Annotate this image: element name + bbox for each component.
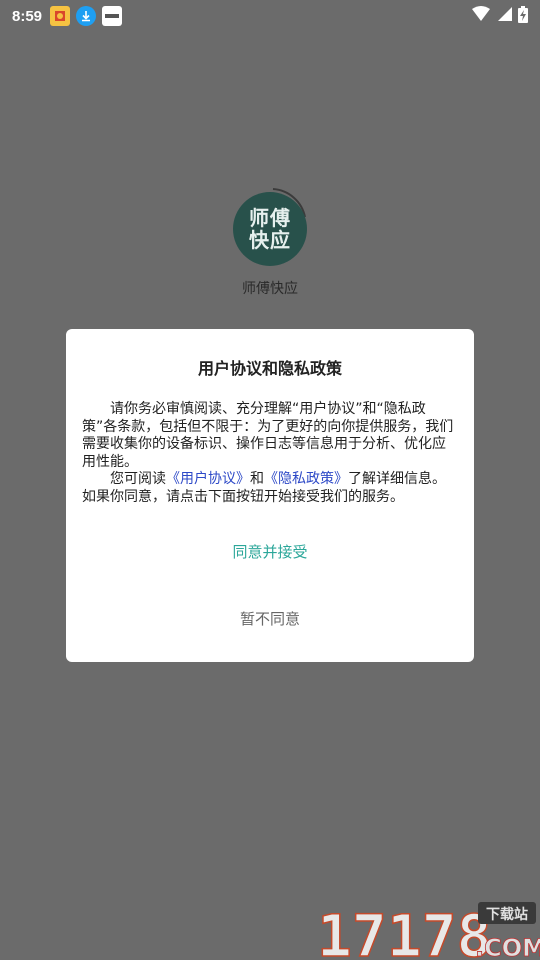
user-agreement-link[interactable]: 《用户协议》 [166,471,250,487]
dialog-title: 用户协议和隐私政策 [197,359,342,378]
site-watermark: 17178 下载站 .COM [316,901,540,960]
signal-icon [496,6,512,26]
watermark-number: 17178 [317,902,492,960]
watermark-tag: 下载站 [486,906,528,923]
app-notification-icon-2 [102,6,123,26]
p2-and: 和 [250,471,264,487]
disagree-button[interactable]: 暂不同意 [66,608,474,629]
logo-line-1: 师傅 [249,206,291,230]
logo-line-2: 快应 [249,228,291,252]
status-bar: 8:59 [0,0,540,32]
download-icon [76,6,97,26]
app-name: 师傅快应 [242,281,298,297]
battery-charging-icon [518,5,528,27]
status-right-group [472,5,528,27]
dialog-body: 请你务必审慎阅读、充分理解“用户协议”和“隐私政策”各条款，包括但不限于：为了更… [82,401,458,506]
p2-prefix: 您可阅读 [110,471,166,487]
privacy-policy-link[interactable]: 《隐私政策》 [264,471,348,487]
app-logo: 师傅 快应 [233,192,307,266]
wifi-icon [472,6,490,26]
status-time: 8:59 [12,7,43,25]
dialog-paragraph-2: 您可阅读《用户协议》和《隐私政策》了解详细信息。如果你同意，请点击下面按钮开始接… [82,471,458,506]
app-notification-icon [50,6,71,26]
agree-button[interactable]: 同意并接受 [66,541,474,562]
dialog-paragraph-1: 请你务必审慎阅读、充分理解“用户协议”和“隐私政策”各条款，包括但不限于：为了更… [82,401,454,470]
watermark-domain: .COM [475,934,540,960]
privacy-dialog: 用户协议和隐私政策 请你务必审慎阅读、充分理解“用户协议”和“隐私政策”各条款，… [66,329,474,662]
